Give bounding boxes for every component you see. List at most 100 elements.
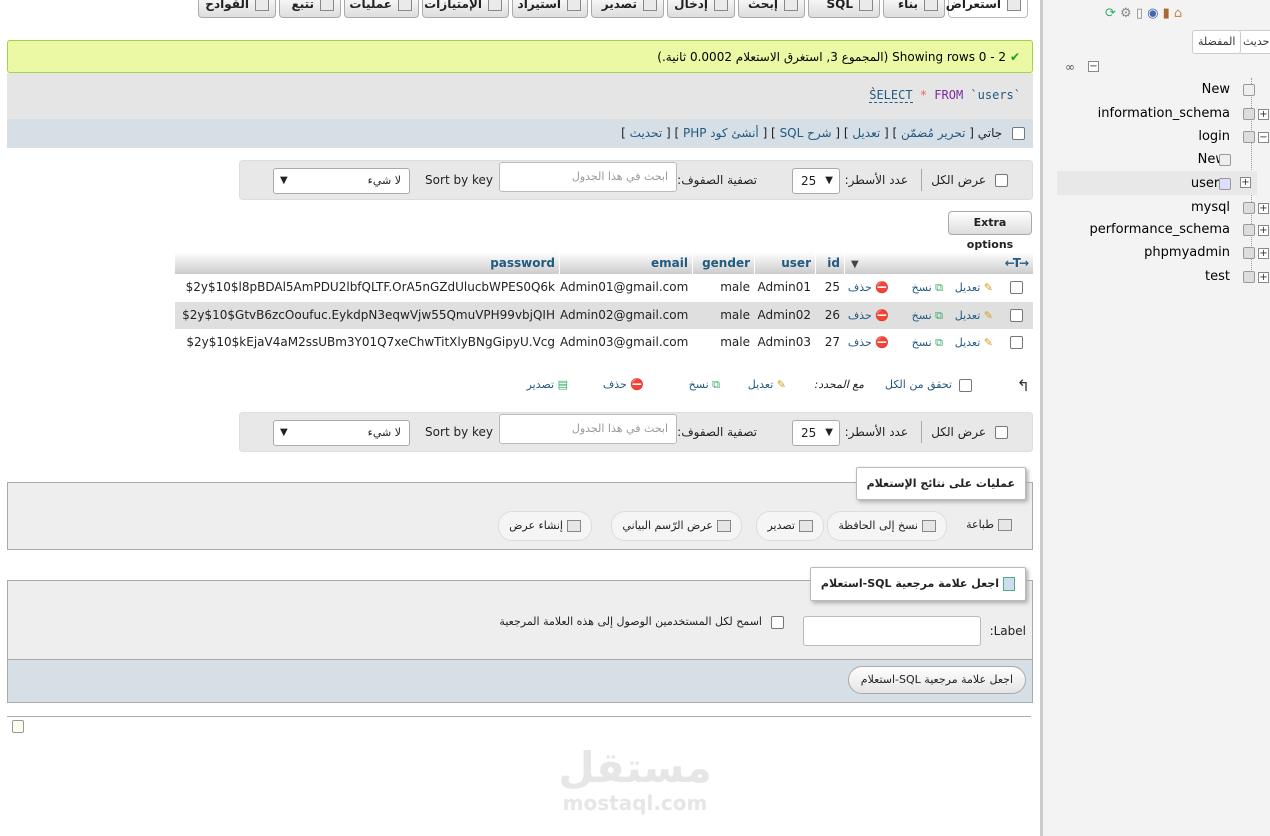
with-selected-delete[interactable]: ⛔ حذف xyxy=(603,378,644,391)
tree-item-test[interactable]: test xyxy=(1205,269,1230,284)
inline-label: جاتي xyxy=(977,126,1003,140)
tree-item-login[interactable]: login xyxy=(1198,129,1230,144)
row-edit-link[interactable]: ✎ تعديل xyxy=(955,329,993,356)
documentation-icon[interactable]: ▯ xyxy=(1136,6,1143,21)
collapse-all-icon[interactable]: − xyxy=(1088,61,1099,72)
inline-edit-checkbox[interactable] xyxy=(1012,127,1025,140)
rows-per-page-select[interactable]: 25 ▼ xyxy=(792,420,840,446)
create-php-link[interactable]: أنشئ كود PHP xyxy=(683,126,759,140)
sort-by-key-select[interactable]: لا شيء ▼ xyxy=(273,420,410,446)
tab-insert[interactable]: إدخال xyxy=(667,0,735,18)
column-resize-icon[interactable]: ←T→ xyxy=(1005,252,1029,274)
row-checkbox[interactable] xyxy=(1010,281,1023,294)
check-all-link[interactable]: تحقق من الكل xyxy=(885,378,952,391)
row-copy-link[interactable]: ⧉ نسخ xyxy=(912,329,943,356)
filter-label: تصفية الصفوف: xyxy=(677,425,757,439)
chart-icon xyxy=(717,520,731,532)
show-all-checkbox[interactable] xyxy=(995,174,1008,187)
row-checkbox[interactable] xyxy=(1010,309,1023,322)
row-delete-link[interactable]: ⛔ حذف xyxy=(848,274,889,301)
import-icon xyxy=(567,0,581,11)
sort-by-key-select[interactable]: لا شيء ▼ xyxy=(273,168,410,194)
filter-rows-input[interactable]: ابحث في هذا الجدول xyxy=(499,414,677,444)
header-gender[interactable]: gender xyxy=(693,252,754,274)
extra-options-button[interactable]: Extra options xyxy=(948,211,1032,251)
recent-tables-button[interactable]: حديث xyxy=(1237,30,1270,54)
database-icon xyxy=(1243,247,1255,259)
refresh-link[interactable]: تحديث xyxy=(630,126,663,140)
expand-icon[interactable]: + xyxy=(1240,177,1251,188)
expand-icon[interactable]: + xyxy=(1258,203,1269,214)
tab-sql[interactable]: SQL xyxy=(808,0,880,18)
tab-browse[interactable]: استعراض xyxy=(946,0,1028,18)
with-selected-edit[interactable]: ✎ تعديل xyxy=(748,378,786,391)
edit-query-link[interactable]: تعديل xyxy=(852,126,880,140)
search-icon xyxy=(784,0,798,11)
inline-edit-link[interactable]: تحرير مُضمّن xyxy=(901,126,965,140)
row-copy-link[interactable]: ⧉ نسخ xyxy=(912,302,943,329)
check-all-checkbox[interactable] xyxy=(959,379,972,392)
link-icon[interactable]: ∞ xyxy=(1065,60,1075,74)
tab-operations[interactable]: عمليات xyxy=(344,0,419,18)
tree-item-performance-schema[interactable]: performance_schema xyxy=(1089,222,1230,237)
display-chart-button[interactable]: عرض الرّسم البياني xyxy=(611,511,742,541)
sort-desc-icon[interactable]: ▼ xyxy=(851,259,859,270)
tree-item-mysql[interactable]: mysql xyxy=(1191,200,1230,215)
with-selected-copy[interactable]: ⧉ نسخ xyxy=(689,378,720,392)
tab-privileges[interactable]: الإمتيازات xyxy=(422,0,509,18)
home-icon[interactable]: ⌂ xyxy=(1174,6,1182,21)
expand-icon[interactable]: + xyxy=(1258,248,1269,259)
row-copy-link[interactable]: ⧉ نسخ xyxy=(912,274,943,301)
tab-export[interactable]: تصدير xyxy=(591,0,664,18)
header-id[interactable]: id xyxy=(816,252,844,274)
watermark: مستقل mostaql.com xyxy=(558,743,712,816)
tab-search[interactable]: إبحث xyxy=(738,0,805,18)
header-password[interactable]: password xyxy=(175,252,559,274)
header-user[interactable]: user xyxy=(755,252,815,274)
query-results-operations: عمليات على نتائج الإستعلام طباعة نسخ إلى… xyxy=(7,467,1033,550)
print-button[interactable]: طباعة xyxy=(956,511,1022,541)
row-delete-link[interactable]: ⛔ حذف xyxy=(848,329,889,356)
settings-icon[interactable]: ⚙ xyxy=(1120,6,1132,21)
copy-clipboard-button[interactable]: نسخ إلى الحافظة xyxy=(827,511,947,541)
tab-structure[interactable]: بناء xyxy=(883,0,945,18)
tab-tracking[interactable]: تتبع xyxy=(279,0,341,18)
view-icon xyxy=(567,520,581,532)
share-bookmark-checkbox[interactable] xyxy=(771,616,784,629)
separator xyxy=(921,421,922,443)
create-view-button[interactable]: إنشاء عرض xyxy=(498,511,592,541)
favorite-tables-button[interactable]: المفضلة xyxy=(1192,30,1242,54)
exit-icon[interactable]: ▮ xyxy=(1163,6,1170,21)
bookmark-submit-button[interactable]: اجعل علامة مرجعية SQL-استعلام xyxy=(847,666,1026,694)
collapse-icon[interactable]: − xyxy=(1258,132,1269,143)
database-icon xyxy=(1243,108,1255,120)
tree-item-information-schema[interactable]: information_schema xyxy=(1098,106,1230,121)
show-all-checkbox[interactable] xyxy=(995,426,1008,439)
row-checkbox[interactable] xyxy=(1010,336,1023,349)
row-edit-link[interactable]: ✎ تعديل xyxy=(955,274,993,301)
nav-icons: ⟳ ⚙ ▯ ◉ ▮ ⌂ xyxy=(1105,6,1182,21)
tab-triggers[interactable]: القوادح xyxy=(198,0,276,18)
help-icon[interactable]: ◉ xyxy=(1147,6,1158,21)
expand-icon[interactable]: + xyxy=(1258,225,1269,236)
rows-per-page-select[interactable]: 25 ▼ xyxy=(792,168,840,194)
tree-item-phpmyadmin[interactable]: phpmyadmin xyxy=(1144,245,1230,260)
sort-by-key-label: Sort by key xyxy=(425,173,493,187)
explain-sql-link[interactable]: شرح SQL xyxy=(780,126,832,140)
with-selected-export[interactable]: ▤ تصدير xyxy=(527,378,568,391)
expand-icon[interactable]: + xyxy=(1258,109,1269,120)
sql-icon xyxy=(859,0,873,11)
filter-rows-input[interactable]: ابحث في هذا الجدول xyxy=(499,162,677,192)
bookmark-label-input[interactable] xyxy=(803,616,981,646)
row-edit-link[interactable]: ✎ تعديل xyxy=(955,302,993,329)
header-email[interactable]: email xyxy=(560,252,692,274)
main-content: استعراض بناء SQL إبحث إدخال تصدير استيرا… xyxy=(0,0,1040,836)
console-icon[interactable] xyxy=(12,720,24,733)
tree-item-new[interactable]: New xyxy=(1202,82,1230,97)
export-button[interactable]: تصدير xyxy=(756,511,824,541)
expand-icon[interactable]: + xyxy=(1258,272,1269,283)
tab-import[interactable]: استيراد xyxy=(512,0,588,18)
row-actions: ✎ تعديل ⧉ نسخ ⛔ حذف xyxy=(845,274,1033,301)
reload-icon[interactable]: ⟳ xyxy=(1105,6,1116,21)
row-delete-link[interactable]: ⛔ حذف xyxy=(848,302,889,329)
